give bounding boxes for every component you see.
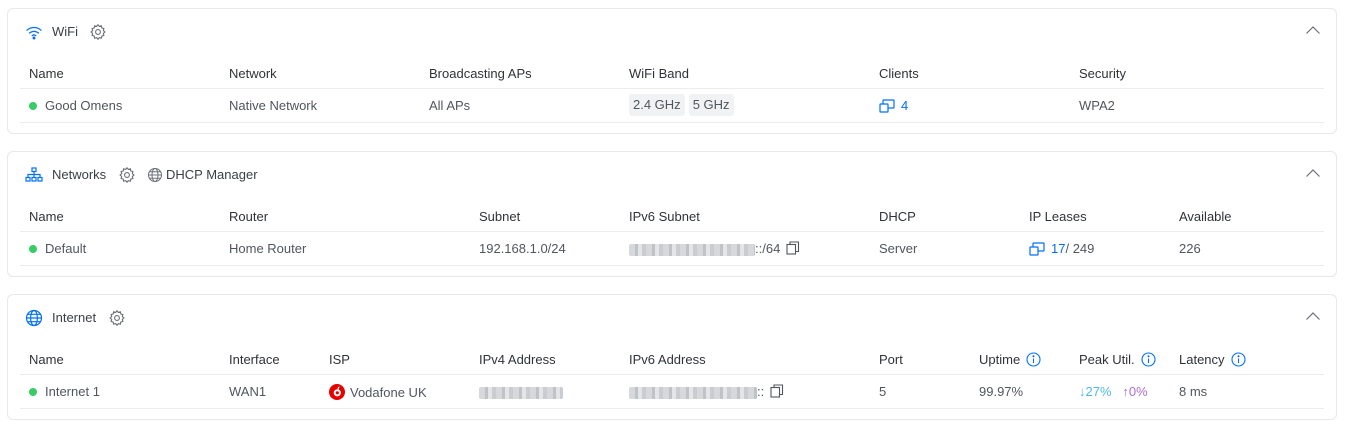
copy-icon[interactable]: [770, 384, 784, 398]
column-header-uptime[interactable]: Uptime: [979, 352, 1041, 368]
wifi-card-title: WiFi: [52, 24, 78, 39]
internet-uptime: 99.97%: [979, 384, 1024, 399]
wifi-table-header: Name Network Broadcasting APs WiFi Band …: [20, 61, 1324, 89]
internet-card: Internet Name Interface ISP IPv4 Address…: [7, 294, 1337, 420]
internet-port: 5: [879, 384, 887, 399]
wifi-security: WPA2: [1079, 98, 1115, 113]
info-icon[interactable]: [1230, 352, 1246, 367]
networks-table-header: Name Router Subnet IPv6 Subnet DHCP IP L…: [20, 204, 1324, 232]
internet-ipv6-address: ::: [629, 384, 784, 400]
column-header-available[interactable]: Available: [1179, 209, 1232, 225]
ip-leases-link[interactable]: 17/ 249: [1029, 241, 1094, 257]
column-header-name[interactable]: Name: [29, 66, 64, 82]
internet-settings-gear-icon[interactable]: [108, 309, 126, 327]
ipv6-address-suffix: ::: [757, 384, 765, 399]
networks-card-header[interactable]: Networks DHCP Manager: [8, 152, 1336, 197]
online-status-dot: [29, 388, 37, 396]
column-header-interface[interactable]: Interface: [229, 352, 280, 368]
column-header-network[interactable]: Network: [229, 66, 277, 82]
wifi-network: Native Network: [229, 98, 318, 113]
ip-leases-used: 17: [1051, 241, 1066, 256]
network-ipv6-subnet: ::/64: [629, 241, 800, 257]
table-row[interactable]: Internet 1 WAN1 Vodafone UK :: 5 99.97% …: [20, 375, 1324, 409]
internet-card-header[interactable]: Internet: [8, 295, 1336, 340]
wifi-collapse-chevron-up-icon[interactable]: [1305, 25, 1321, 35]
column-header-name[interactable]: Name: [29, 209, 64, 225]
column-header-broadcasting-aps[interactable]: Broadcasting APs: [429, 66, 532, 82]
internet-ipv4-address: [479, 384, 563, 400]
wifi-clients-link[interactable]: 4: [879, 98, 908, 114]
internet-table-header: Name Interface ISP IPv4 Address IPv6 Add…: [20, 347, 1324, 375]
column-header-security[interactable]: Security: [1079, 66, 1126, 82]
ipv6-subnet-suffix: ::/64: [755, 241, 781, 256]
band-badge: 2.4 GHz: [629, 94, 685, 116]
network-name: Default: [45, 241, 87, 256]
networks-card: Networks DHCP Manager Name Router Subnet…: [7, 151, 1337, 277]
column-header-router[interactable]: Router: [229, 209, 268, 225]
info-icon[interactable]: [1026, 352, 1041, 367]
wifi-icon: [25, 23, 43, 41]
isp-name: Vodafone UK: [350, 385, 427, 400]
wifi-card: WiFi Name Network Broadcasting APs WiFi …: [7, 8, 1337, 134]
redacted-ipv6-address: [629, 386, 757, 399]
column-header-latency[interactable]: Latency: [1179, 352, 1246, 368]
internet-peak-util: ↓27% ↑0%: [1079, 384, 1148, 400]
column-header-subnet[interactable]: Subnet: [479, 209, 520, 225]
internet-latency: 8 ms: [1179, 384, 1208, 399]
network-tree-icon: [25, 166, 43, 184]
peak-util-header-label: Peak Util.: [1079, 352, 1135, 367]
latency-header-label: Latency: [1179, 352, 1225, 367]
internet-name: Internet 1: [45, 384, 100, 399]
copy-icon[interactable]: [786, 241, 800, 255]
column-header-ipv4-address[interactable]: IPv4 Address: [479, 352, 556, 368]
networks-settings-gear-icon[interactable]: [118, 166, 136, 184]
vodafone-logo-icon: [329, 384, 345, 400]
wifi-card-header[interactable]: WiFi: [8, 9, 1336, 54]
wifi-broadcasting-aps: All APs: [429, 98, 471, 113]
network-dhcp-mode: Server: [879, 241, 918, 256]
table-row[interactable]: Good Omens Native Network All APs 2.4 GH…: [20, 89, 1324, 123]
uptime-header-label: Uptime: [979, 352, 1021, 367]
wifi-name: Good Omens: [45, 98, 123, 113]
network-router: Home Router: [229, 241, 307, 256]
info-icon[interactable]: [1141, 352, 1156, 367]
dhcp-manager-link[interactable]: DHCP Manager: [166, 166, 258, 184]
networks-collapse-chevron-up-icon[interactable]: [1305, 168, 1321, 178]
wifi-settings-gear-icon[interactable]: [89, 23, 107, 41]
leases-icon: [1029, 242, 1045, 256]
band-badge: 5 GHz: [688, 94, 734, 116]
internet-card-title: Internet: [52, 310, 97, 325]
online-status-dot: [29, 245, 37, 253]
redacted-ipv6-prefix: [629, 243, 755, 256]
dhcp-globe-icon: [147, 167, 163, 183]
redacted-ipv4-address: [479, 386, 563, 399]
ip-leases-total: / 249: [1065, 241, 1095, 256]
peak-download: ↓27%: [1079, 384, 1112, 399]
column-header-port[interactable]: Port: [879, 352, 903, 368]
network-subnet: 192.168.1.0/24: [479, 241, 566, 256]
online-status-dot: [29, 102, 37, 110]
column-header-ipv6-address[interactable]: IPv6 Address: [629, 352, 706, 368]
table-row[interactable]: Default Home Router 192.168.1.0/24 ::/64…: [20, 232, 1324, 266]
column-header-isp[interactable]: ISP: [329, 352, 350, 368]
column-header-clients[interactable]: Clients: [879, 66, 919, 82]
internet-isp: Vodafone UK: [329, 384, 427, 401]
internet-interface: WAN1: [229, 384, 267, 399]
column-header-peak-util[interactable]: Peak Util.: [1079, 352, 1156, 368]
column-header-name[interactable]: Name: [29, 352, 64, 368]
wifi-band-pills: 2.4 GHz 5 GHz: [629, 94, 738, 116]
internet-collapse-chevron-up-icon[interactable]: [1305, 311, 1321, 321]
column-header-ip-leases[interactable]: IP Leases: [1029, 209, 1087, 225]
column-header-dhcp[interactable]: DHCP: [879, 209, 916, 225]
network-available: 226: [1179, 241, 1201, 256]
column-header-wifi-band[interactable]: WiFi Band: [629, 66, 689, 82]
globe-icon: [25, 309, 43, 327]
clients-count: 4: [901, 98, 909, 113]
clients-icon: [879, 99, 895, 113]
column-header-ipv6-subnet[interactable]: IPv6 Subnet: [629, 209, 700, 225]
networks-card-title: Networks: [52, 167, 107, 182]
peak-upload: ↑0%: [1122, 384, 1148, 399]
